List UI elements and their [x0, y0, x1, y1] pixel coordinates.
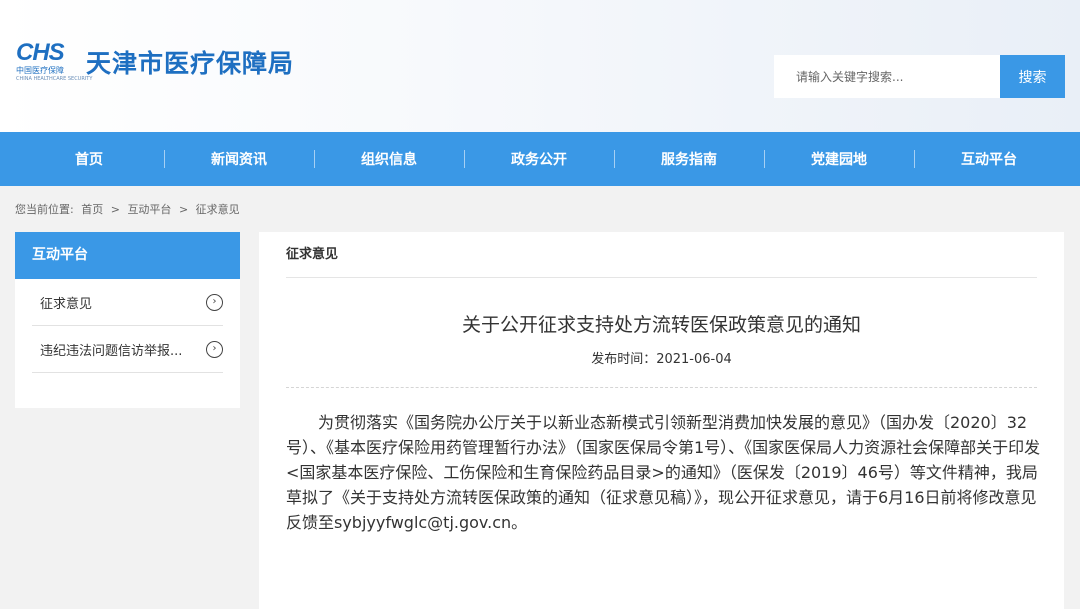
breadcrumb-separator: > — [178, 203, 189, 216]
search-input[interactable] — [774, 55, 1001, 98]
sidebar-item-consultation[interactable]: 征求意见 › — [32, 279, 223, 326]
section-title: 征求意见 — [286, 232, 1037, 278]
breadcrumb-current[interactable]: 征求意见 — [196, 203, 240, 216]
nav-item-home[interactable]: 首页 — [14, 132, 164, 186]
sidebar-item-label: 征求意见 — [40, 296, 93, 312]
chevron-right-circle-icon: › — [206, 293, 223, 311]
logo-subtitle: 中国医疗保障 — [16, 66, 64, 75]
breadcrumb-link-interaction[interactable]: 互动平台 — [127, 203, 171, 216]
article-date: 发布时间：2021-06-04 — [259, 348, 1064, 367]
sidebar-item-label: 违纪违法问题信访举报... — [40, 343, 183, 359]
article-body: 为贯彻落实《国务院办公厅关于以新业态新模式引领新型消费加快发展的意见》（国办发〔… — [286, 413, 1041, 532]
sidebar-title: 互动平台 — [15, 232, 240, 279]
breadcrumb-separator: > — [110, 203, 120, 216]
logo-subtitle-en: CHINA HEALTHCARE SECURITY — [16, 76, 93, 82]
divider — [286, 387, 1037, 388]
logo-mark: CHS — [16, 39, 65, 66]
nav-item-party-building[interactable]: 党建园地 — [764, 132, 914, 186]
nav-item-service-guide[interactable]: 服务指南 — [614, 132, 764, 186]
chs-logo[interactable]: CHS 中国医疗保障 CHINA HEALTHCARE SECURITY — [16, 39, 93, 86]
breadcrumb-prefix: 您当前位置: — [15, 203, 74, 216]
nav-item-news[interactable]: 新闻资讯 — [164, 132, 314, 186]
main-nav: 首页 新闻资讯 组织信息 政务公开 服务指南 党建园地 互动平台 — [0, 132, 1080, 186]
main-content: 征求意见 关于公开征求支持处方流转医保政策意见的通知 发布时间：2021-06-… — [259, 232, 1064, 609]
nav-item-government-affairs[interactable]: 政务公开 — [464, 132, 614, 186]
search-button[interactable]: 搜索 — [1000, 55, 1065, 98]
breadcrumb: 您当前位置: 首页 > 互动平台 > 征求意见 — [15, 201, 244, 217]
sidebar: 互动平台 征求意见 › 违纪违法问题信访举报... › — [15, 232, 240, 408]
sidebar-item-report[interactable]: 违纪违法问题信访举报... › — [32, 326, 223, 373]
date-label: 发布时间： — [591, 352, 657, 367]
article-title: 关于公开征求支持处方流转医保政策意见的通知 — [461, 314, 861, 336]
breadcrumb-link-home[interactable]: 首页 — [81, 203, 103, 216]
nav-item-interaction[interactable]: 互动平台 — [914, 132, 1064, 186]
chevron-right-circle-icon: › — [206, 340, 223, 358]
nav-item-organization[interactable]: 组织信息 — [314, 132, 464, 186]
site-title[interactable]: 天津市医疗保障局 — [86, 44, 294, 80]
site-header: CHS 中国医疗保障 CHINA HEALTHCARE SECURITY 天津市… — [0, 0, 1080, 132]
date-value: 2021-06-04 — [656, 352, 732, 367]
